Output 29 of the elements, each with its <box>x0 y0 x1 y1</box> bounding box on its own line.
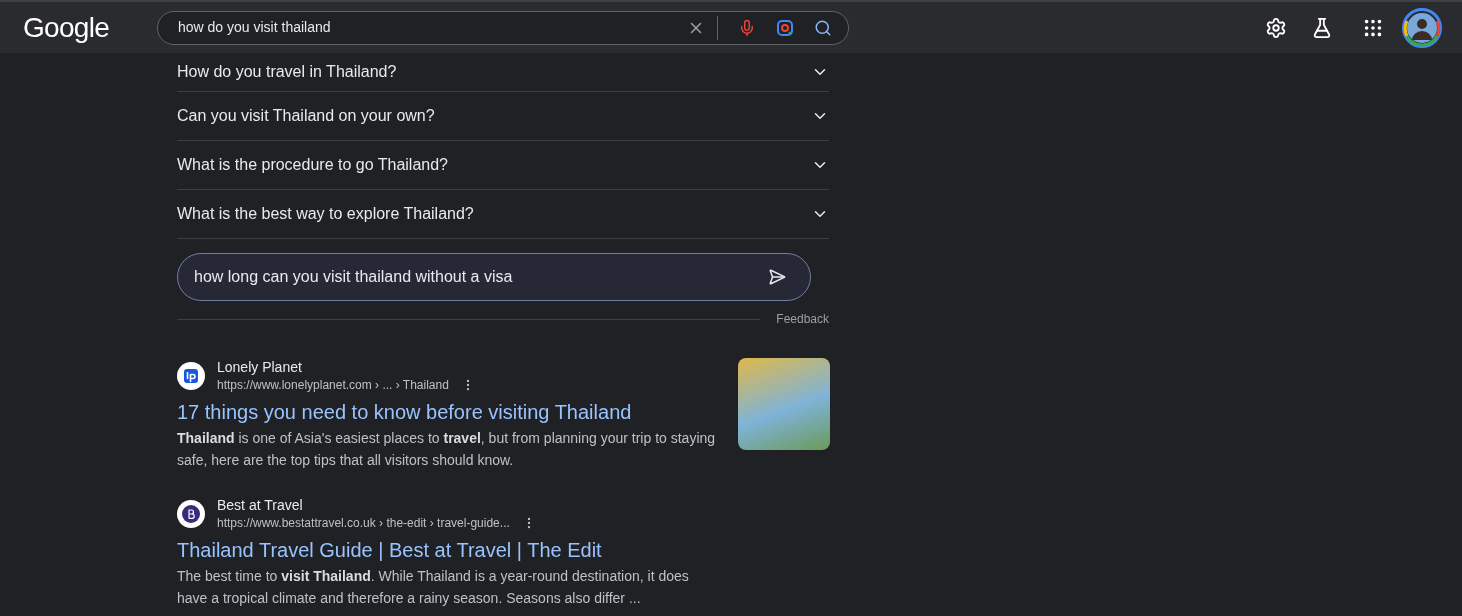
settings-icon[interactable] <box>1265 16 1287 39</box>
favicon-icon <box>177 362 205 390</box>
result-snippet: Thailand is one of Asia's easiest places to travel, but from planning your trip to staying safe, here are the top tips that all visitors should know. <box>177 429 717 470</box>
search-icon[interactable] <box>814 18 832 37</box>
microphone-icon[interactable] <box>738 18 756 37</box>
follow-up-field[interactable]: how long can you visit thailand without a visa <box>177 253 811 301</box>
send-icon[interactable] <box>768 268 786 286</box>
flask-icon[interactable] <box>1311 16 1333 39</box>
question-text: What is the procedure to go Thailand? <box>177 155 449 175</box>
google-logo[interactable]: Google <box>23 6 157 49</box>
site-name[interactable]: Lonely Planet <box>217 358 475 376</box>
question-row[interactable]: What is the procedure to go Thailand? <box>177 141 829 190</box>
result-url[interactable]: https://www.lonelyplanet.com › ... › Thailand <box>217 376 449 394</box>
camera-icon[interactable] <box>776 18 794 37</box>
question-row[interactable]: How do you travel in Thailand? <box>177 53 829 92</box>
question-text: Can you visit Thailand on your own? <box>177 106 436 126</box>
result-snippet: The best time to visit Thailand. While Thailand is a year-round destination, it does have a tropical climate and therefore a rainy season. Seasons also differ ... <box>177 567 690 608</box>
result-url[interactable]: https://www.bestattravel.co.uk › the-edit › travel-guide... <box>217 514 510 532</box>
feedback-link[interactable]: Feedback <box>776 310 829 328</box>
favicon-icon <box>177 500 205 528</box>
question-row[interactable]: Can you visit Thailand on your own? <box>177 92 829 141</box>
search-field[interactable]: how do you visit thailand <box>157 10 849 45</box>
question-row[interactable]: What is the best way to explore Thailand? <box>177 190 829 239</box>
result-title[interactable]: Thailand Travel Guide | Best at Travel | The Edit <box>177 537 829 563</box>
question-text: What is the best way to explore Thailand? <box>177 204 475 224</box>
result-title[interactable]: 17 things you need to know before visiting Thailand <box>177 399 722 425</box>
avatar-icon[interactable] <box>1402 7 1442 48</box>
site-name[interactable]: Best at Travel <box>217 496 536 514</box>
question-text: How do you travel in Thailand? <box>177 62 398 82</box>
